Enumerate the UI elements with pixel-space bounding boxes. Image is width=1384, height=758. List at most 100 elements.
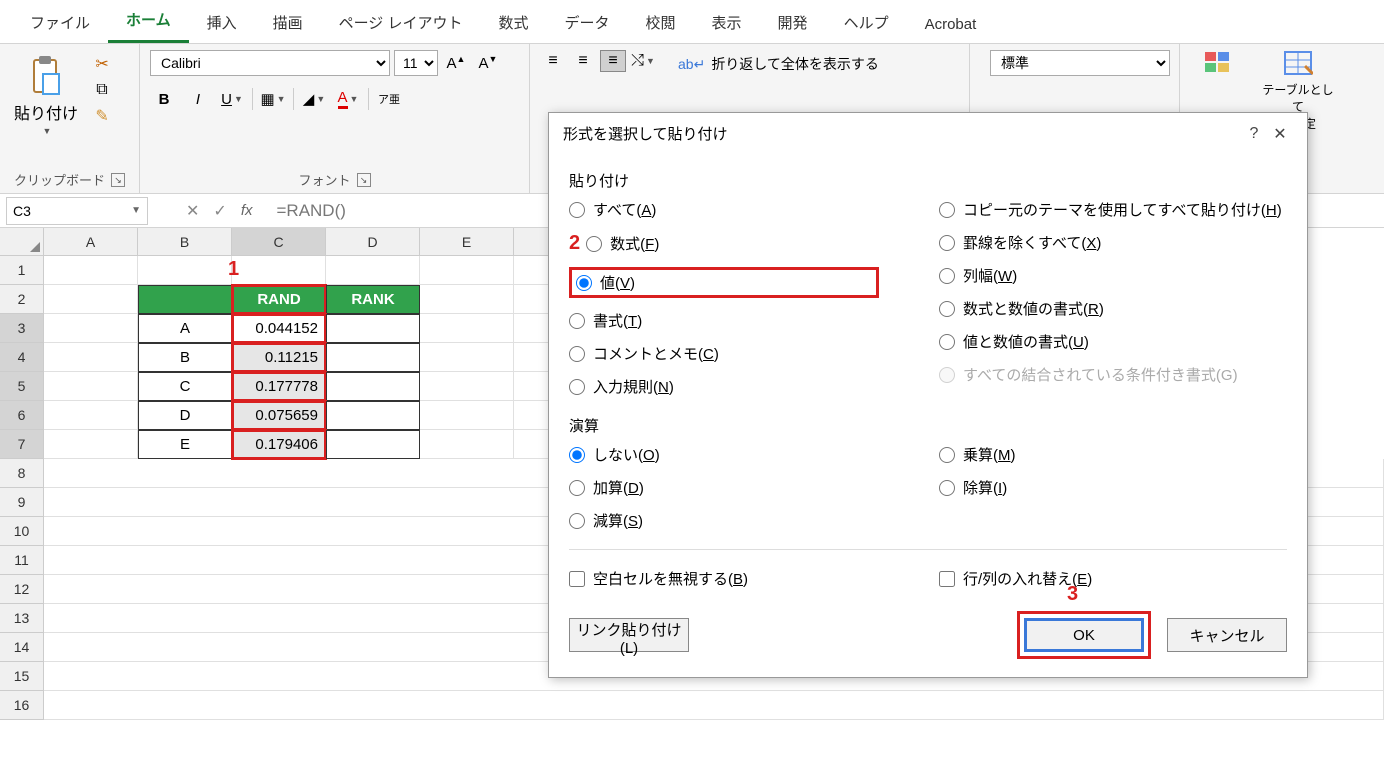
orientation-button[interactable]: ⤭▼ <box>630 50 656 72</box>
cell[interactable]: 0.11215 <box>232 343 326 372</box>
cancel-formula-button[interactable]: ✕ <box>186 201 199 221</box>
align-middle-button[interactable]: ≡ <box>570 50 596 72</box>
cell[interactable]: C <box>138 372 232 401</box>
row-header-12[interactable]: 12 <box>0 575 44 604</box>
row-header-1[interactable]: 1 <box>0 256 44 285</box>
col-header-d[interactable]: D <box>326 228 420 256</box>
tab-data[interactable]: データ <box>547 2 628 43</box>
cell[interactable] <box>138 285 232 314</box>
radio-values-num[interactable]: 値と数値の書式(U) <box>939 331 1282 352</box>
decrease-font-button[interactable]: A▼ <box>474 50 502 76</box>
cell[interactable]: E <box>138 430 232 459</box>
format-painter-button[interactable]: ✎ <box>90 106 114 126</box>
bold-button[interactable]: B <box>150 86 178 112</box>
radio-comments[interactable]: コメントとメモ(C) <box>569 343 879 364</box>
number-format-select[interactable]: 標準 <box>990 50 1170 76</box>
cell[interactable] <box>326 314 420 343</box>
row-header-7[interactable]: 7 <box>0 430 44 459</box>
tab-insert[interactable]: 挿入 <box>189 2 255 43</box>
select-all-corner[interactable] <box>0 228 44 256</box>
formula-input[interactable]: =RAND() <box>276 201 345 221</box>
underline-button[interactable]: U▼ <box>218 86 246 112</box>
radio-formats[interactable]: 書式(T) <box>569 310 879 331</box>
row-header-8[interactable]: 8 <box>0 459 44 488</box>
align-top-button[interactable]: ≡ <box>540 50 566 72</box>
col-header-e[interactable]: E <box>420 228 514 256</box>
dialog-launcher-icon[interactable]: ↘ <box>357 173 371 187</box>
row-header-14[interactable]: 14 <box>0 633 44 662</box>
cell[interactable]: 0.179406 <box>232 430 326 459</box>
tab-developer[interactable]: 開発 <box>760 2 826 43</box>
cut-button[interactable]: ✂ <box>90 54 114 74</box>
copy-button[interactable]: ⧉ <box>90 80 114 100</box>
cell[interactable] <box>326 372 420 401</box>
row-header-2[interactable]: 2 <box>0 285 44 314</box>
tab-file[interactable]: ファイル <box>12 2 108 43</box>
cell[interactable]: 0.044152 <box>232 314 326 343</box>
fx-icon[interactable]: fx <box>241 202 253 219</box>
font-size-select[interactable]: 11 <box>394 50 438 76</box>
paste-button[interactable]: 貼り付け ▼ <box>10 50 82 140</box>
radio-validation[interactable]: 入力規則(N) <box>569 376 879 397</box>
radio-values[interactable]: 値(V) <box>576 272 635 293</box>
help-button[interactable]: ? <box>1241 125 1267 143</box>
row-header-13[interactable]: 13 <box>0 604 44 633</box>
italic-button[interactable]: I <box>184 86 212 112</box>
tab-view[interactable]: 表示 <box>694 2 760 43</box>
row-header-16[interactable]: 16 <box>0 691 44 720</box>
cell[interactable]: A <box>138 314 232 343</box>
cancel-button[interactable]: キャンセル <box>1167 618 1287 652</box>
cell[interactable] <box>326 343 420 372</box>
cell[interactable]: D <box>138 401 232 430</box>
cell[interactable]: RAND <box>232 285 326 314</box>
tab-formulas[interactable]: 数式 <box>480 2 546 43</box>
col-header-c[interactable]: C <box>232 228 326 256</box>
cell[interactable]: 0.075659 <box>232 401 326 430</box>
close-button[interactable]: ✕ <box>1267 124 1293 144</box>
tab-draw[interactable]: 描画 <box>255 2 321 43</box>
cell[interactable]: B <box>138 343 232 372</box>
enter-formula-button[interactable]: ✓ <box>213 201 226 221</box>
cell[interactable]: RANK <box>326 285 420 314</box>
tab-page-layout[interactable]: ページ レイアウト <box>321 2 481 43</box>
ok-button[interactable]: OK <box>1024 618 1144 652</box>
conditional-format-button[interactable] <box>1190 50 1246 79</box>
radio-op-div[interactable]: 除算(I) <box>939 477 1016 498</box>
radio-all-theme[interactable]: コピー元のテーマを使用してすべて貼り付け(H) <box>939 199 1282 220</box>
cell[interactable]: 0.177778 <box>232 372 326 401</box>
radio-no-borders[interactable]: 罫線を除くすべて(X) <box>939 232 1282 253</box>
phonetic-button[interactable]: ア亜 <box>375 86 403 112</box>
radio-formulas[interactable]: 数式(F) <box>586 233 659 254</box>
col-header-a[interactable]: A <box>44 228 138 256</box>
checkbox-skip-blanks[interactable]: 空白セルを無視する(B) <box>569 568 879 589</box>
radio-op-sub[interactable]: 減算(S) <box>569 510 879 531</box>
align-bottom-button[interactable]: ≡ <box>600 50 626 72</box>
radio-op-none[interactable]: しない(O) <box>569 444 879 465</box>
row-header-9[interactable]: 9 <box>0 488 44 517</box>
font-color-button[interactable]: A▼ <box>334 86 362 112</box>
radio-op-add[interactable]: 加算(D) <box>569 477 879 498</box>
row-header-3[interactable]: 3 <box>0 314 44 343</box>
cell[interactable] <box>326 430 420 459</box>
dialog-launcher-icon[interactable]: ↘ <box>111 173 125 187</box>
col-header-b[interactable]: B <box>138 228 232 256</box>
tab-review[interactable]: 校閲 <box>628 2 694 43</box>
fill-color-button[interactable]: ◢▼ <box>300 86 328 112</box>
radio-op-mul[interactable]: 乗算(M) <box>939 444 1016 465</box>
row-header-11[interactable]: 11 <box>0 546 44 575</box>
cell[interactable] <box>326 401 420 430</box>
wrap-text-button[interactable]: ab↵ 折り返して全体を表示する <box>674 50 883 78</box>
radio-formulas-num[interactable]: 数式と数値の書式(R) <box>939 298 1282 319</box>
radio-col-widths[interactable]: 列幅(W) <box>939 265 1282 286</box>
row-header-4[interactable]: 4 <box>0 343 44 372</box>
row-header-6[interactable]: 6 <box>0 401 44 430</box>
font-name-select[interactable]: Calibri <box>150 50 390 76</box>
tab-home[interactable]: ホーム <box>108 0 189 43</box>
radio-all[interactable]: すべて(A) <box>569 199 879 220</box>
name-box[interactable]: C3▼ <box>6 197 148 225</box>
row-header-5[interactable]: 5 <box>0 372 44 401</box>
tab-acrobat[interactable]: Acrobat <box>907 6 995 43</box>
row-header-10[interactable]: 10 <box>0 517 44 546</box>
row-header-15[interactable]: 15 <box>0 662 44 691</box>
tab-help[interactable]: ヘルプ <box>826 2 907 43</box>
